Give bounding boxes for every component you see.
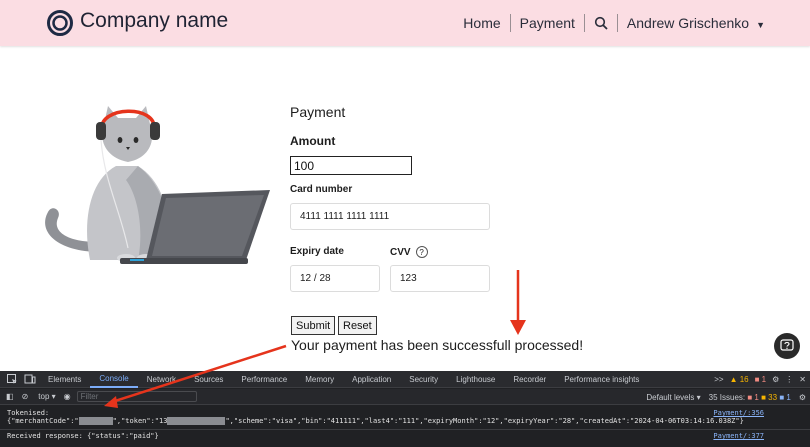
devtools-tab-memory[interactable]: Memory [296, 371, 343, 388]
context-selector[interactable]: top ▾ [38, 392, 55, 401]
cvv-field[interactable]: 123 [390, 265, 490, 292]
nav-payment[interactable]: Payment [511, 15, 584, 31]
inspect-icon[interactable] [6, 373, 18, 385]
console-toolbar-right: Default levels ▾ 35 Issues: ■ 1 ■ 33 ■ 1… [646, 389, 806, 405]
device-toggle-icon[interactable] [24, 373, 36, 385]
caret-down-icon: ▼ [756, 20, 765, 30]
json-part-merchant: {"merchantCode":" [7, 417, 79, 425]
settings-gear-icon[interactable]: ⚙ [772, 375, 779, 384]
nav-home[interactable]: Home [454, 15, 509, 31]
kebab-menu-icon[interactable]: ⋮ [785, 375, 793, 384]
warning-count-badge[interactable]: ▲ 16 [730, 375, 749, 384]
devtools-tab-security[interactable]: Security [400, 371, 447, 388]
cvv-label-group: CVV ? [390, 246, 428, 258]
error-count: 1 [761, 375, 767, 384]
eye-icon[interactable]: ◉ [64, 392, 71, 401]
expiry-date-label: Expiry date [290, 246, 344, 257]
console-source-link[interactable]: Payment/:377 [713, 432, 764, 440]
user-name: Andrew Grischenko [626, 15, 750, 31]
logo-icon[interactable] [47, 10, 73, 36]
console-output: Tokenised: Payment/:356 {"merchantCode":… [0, 407, 810, 447]
card-number-label: Card number [290, 184, 353, 195]
devtools-tab-performance-insights[interactable]: Performance insights [555, 371, 648, 388]
expiry-date-field[interactable]: 12 / 28 [290, 265, 380, 292]
issues-label: 35 Issues: [708, 392, 746, 402]
success-message: Your payment has been successfull proces… [291, 337, 584, 353]
json-part-token: ","token":"13 [112, 417, 168, 425]
issues-error-count: ■ 1 [747, 392, 759, 402]
cat-laptop-illustration [45, 106, 270, 264]
issues-warning-count: ■ 33 [761, 392, 778, 402]
console-settings-gear-icon[interactable]: ⚙ [799, 393, 806, 402]
more-tabs-button[interactable]: >> [714, 375, 723, 384]
nav-separator [583, 14, 585, 32]
redacted-merchant-code [78, 417, 113, 425]
console-toolbar: ◧ ⊘ top ▾ ◉ Filter Default levels ▾ 35 I… [0, 389, 810, 405]
user-menu[interactable]: Andrew Grischenko ▼ [618, 15, 774, 31]
devtools-tab-bar: Elements Console Network Sources Perform… [0, 371, 810, 388]
devtools-tab-sources[interactable]: Sources [185, 371, 232, 388]
devtools-tab-performance[interactable]: Performance [232, 371, 296, 388]
console-line-response: Received response: {"status":"paid"} [7, 432, 159, 440]
issues-info-value: 1 [786, 392, 791, 402]
devtools-tab-lighthouse[interactable]: Lighthouse [447, 371, 504, 388]
log-levels-dropdown[interactable]: Default levels ▾ [646, 393, 700, 402]
redacted-token [167, 417, 226, 425]
devtools-tab-elements[interactable]: Elements [39, 371, 90, 388]
console-line-token-json[interactable]: {"merchantCode":" ","token":"13 ","scheme"… [7, 417, 744, 425]
error-count-badge[interactable]: ■ 1 [755, 375, 767, 384]
issues-info-count: ■ 1 [779, 392, 791, 402]
json-part-rest: ","scheme":"visa","bin":"411111","last4"… [225, 417, 744, 425]
page-root: Company name Home Payment Andrew Grische… [0, 0, 810, 447]
clear-console-icon[interactable]: ⊘ [22, 392, 29, 401]
console-source-link[interactable]: Payment/:356 [713, 409, 764, 417]
log-levels-label: Default levels [646, 392, 695, 402]
amount-input[interactable] [290, 156, 412, 175]
reset-button[interactable]: Reset [338, 316, 377, 335]
site-header: Company name Home Payment Andrew Grische… [0, 0, 810, 46]
context-value: top [38, 392, 50, 401]
sidebar-toggle-icon[interactable]: ◧ [6, 392, 14, 401]
issues-warning-value: 33 [768, 392, 778, 402]
devtools-tab-console[interactable]: Console [90, 371, 138, 388]
issues-summary[interactable]: 35 Issues: ■ 1 ■ 33 ■ 1 [709, 393, 791, 402]
help-icon[interactable]: ? [415, 246, 428, 258]
card-number-field[interactable]: 4111 1111 1111 1111 [290, 203, 490, 230]
chat-help-button[interactable] [774, 333, 800, 359]
amount-label: Amount [290, 134, 336, 148]
submit-button[interactable]: Submit [291, 316, 336, 335]
company-name[interactable]: Company name [80, 9, 228, 33]
devtools-tab-network[interactable]: Network [138, 371, 185, 388]
question-chat-icon [780, 339, 794, 351]
issues-error-value: 1 [754, 392, 759, 402]
form-title: Payment [290, 104, 346, 120]
devtools-tab-recorder[interactable]: Recorder [504, 371, 555, 388]
console-divider [0, 429, 810, 430]
main-nav: Home Payment Andrew Grischenko ▼ [454, 0, 774, 46]
devtools-tab-actions: >> ▲ 16 ■ 1 ⚙ ⋮ ✕ [714, 371, 806, 388]
console-filter-input[interactable]: Filter [76, 391, 197, 402]
cvv-label: CVV [390, 246, 411, 258]
warning-count: 16 [739, 375, 749, 384]
search-icon[interactable] [594, 16, 608, 30]
console-line-tokenised-label: Tokenised: [7, 409, 50, 417]
devtools-tab-application[interactable]: Application [343, 371, 400, 388]
close-icon[interactable]: ✕ [799, 375, 806, 384]
devtools-panel: Elements Console Network Sources Perform… [0, 371, 810, 447]
